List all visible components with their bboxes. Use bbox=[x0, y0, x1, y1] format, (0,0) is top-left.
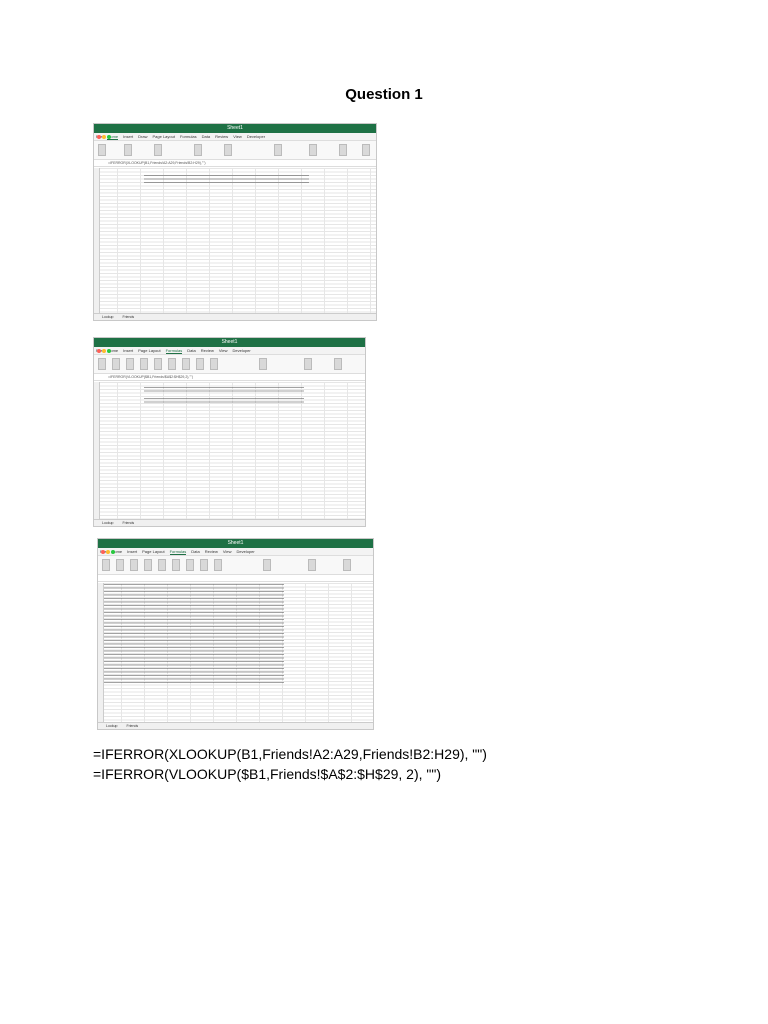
tab-view: View bbox=[218, 348, 228, 353]
sheet-tab-lookup: Lookup bbox=[102, 521, 114, 525]
sheet-tab-friends: Friends bbox=[126, 724, 139, 728]
sheet-tabs: Lookup Friends bbox=[94, 519, 365, 526]
sheet-tabs: Lookup Friends bbox=[94, 313, 376, 320]
tab-review: Review bbox=[200, 348, 214, 353]
cell-grid bbox=[94, 382, 365, 520]
formula-bar: =IFERROR(VLOOKUP($B1,Friends!$A$2:$H$29,… bbox=[94, 374, 365, 381]
tab-data: Data bbox=[191, 549, 200, 554]
sheet-tab-friends: Friends bbox=[122, 521, 135, 525]
tab-page-layout: Page Layout bbox=[138, 348, 161, 353]
formula-vlookup: =IFERROR(VLOOKUP($B1,Friends!$A$2:$H$29,… bbox=[93, 766, 442, 782]
ribbon-toolbar bbox=[98, 556, 373, 575]
ribbon-tabs: File Home Insert Draw Page Layout Formul… bbox=[94, 133, 376, 141]
window-titlebar: Sheet1 bbox=[94, 338, 365, 353]
sheet-tabs: Lookup Friends bbox=[98, 722, 373, 729]
tab-data: Data bbox=[201, 134, 211, 139]
window-titlebar: Sheet1 bbox=[94, 124, 376, 139]
window-titlebar: Sheet1 bbox=[98, 539, 373, 554]
tab-insert: Insert bbox=[123, 348, 134, 353]
tab-page-layout: Page Layout bbox=[142, 549, 165, 554]
tab-formulas: Formulas bbox=[165, 348, 183, 354]
cell-grid bbox=[98, 583, 373, 723]
ribbon-toolbar bbox=[94, 141, 376, 160]
question-heading: Question 1 bbox=[345, 86, 423, 103]
sheet-tab-lookup: Lookup bbox=[106, 724, 118, 728]
tab-insert: Insert bbox=[123, 134, 134, 139]
tab-page-layout: Page Layout bbox=[152, 134, 175, 139]
excel-screenshot-1: Sheet1 File Home Insert Draw Page Layout… bbox=[93, 123, 377, 321]
ribbon-tabs: File Home Insert Page Layout Formulas Da… bbox=[94, 347, 365, 355]
ribbon-tabs: File Home Insert Page Layout Formulas Da… bbox=[98, 548, 373, 556]
tab-view: View bbox=[222, 549, 232, 554]
sheet-tab-friends: Friends bbox=[122, 315, 135, 319]
tab-view: View bbox=[233, 134, 242, 139]
lookup-table-preview bbox=[144, 386, 304, 394]
window-title: Sheet1 bbox=[227, 125, 243, 131]
tab-formulas: Formulas bbox=[179, 134, 197, 139]
formula-bar: =IFERROR(XLOOKUP(B1,Friends!A2:A29,Frien… bbox=[94, 160, 376, 167]
ribbon-toolbar bbox=[94, 355, 365, 374]
tab-review: Review bbox=[215, 134, 229, 139]
lookup-table-preview-2 bbox=[144, 397, 304, 405]
tab-data: Data bbox=[187, 348, 196, 353]
excel-screenshot-3: Sheet1 File Home Insert Page Layout Form… bbox=[97, 538, 374, 730]
row-headers bbox=[94, 168, 100, 314]
cell-grid bbox=[94, 168, 376, 314]
tab-developer: Developer bbox=[246, 134, 266, 139]
tab-formulas: Formulas bbox=[169, 549, 187, 555]
sheet-tab-lookup: Lookup bbox=[102, 315, 114, 319]
tab-developer: Developer bbox=[236, 549, 255, 554]
window-title: Sheet1 bbox=[221, 339, 238, 345]
tab-review: Review bbox=[204, 549, 218, 554]
tab-developer: Developer bbox=[232, 348, 251, 353]
tab-insert: Insert bbox=[127, 549, 138, 554]
friends-table-preview bbox=[104, 583, 284, 683]
tab-draw: Draw bbox=[138, 134, 148, 139]
row-headers bbox=[94, 382, 100, 520]
excel-screenshot-2: Sheet1 File Home Insert Page Layout Form… bbox=[93, 337, 366, 527]
window-title: Sheet1 bbox=[227, 540, 244, 546]
formula-xlookup: =IFERROR(XLOOKUP(B1,Friends!A2:A29,Frien… bbox=[93, 746, 487, 762]
formula-bar bbox=[98, 575, 373, 582]
lookup-table-preview bbox=[144, 174, 309, 184]
